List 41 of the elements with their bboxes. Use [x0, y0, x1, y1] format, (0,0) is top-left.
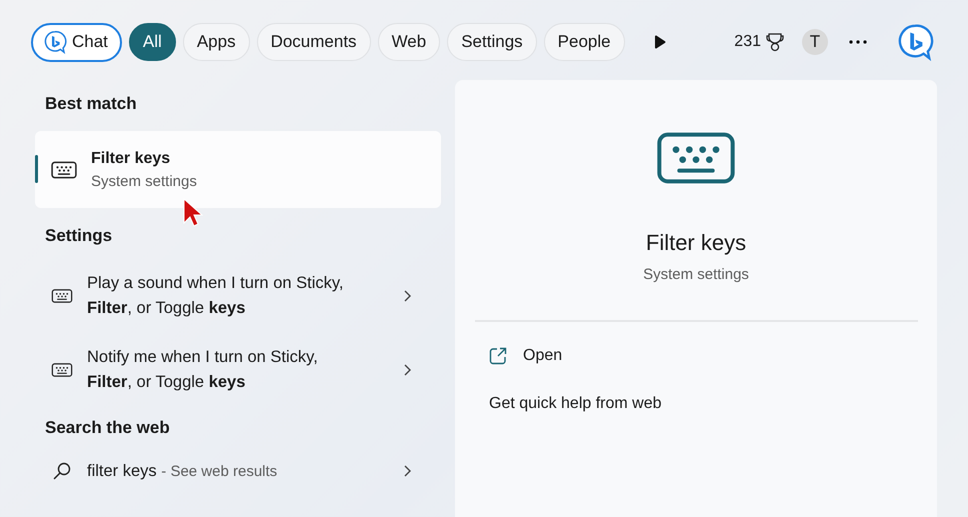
chevron-right-icon	[404, 364, 411, 376]
keyboard-icon	[51, 289, 73, 303]
keyboard-icon	[51, 160, 77, 178]
result-item[interactable]: Filter keys System settings	[35, 131, 441, 208]
search-icon	[53, 462, 71, 480]
open-action[interactable]: Open	[455, 347, 937, 365]
account-avatar[interactable]: T	[802, 29, 828, 55]
keyboard-icon	[51, 363, 73, 377]
filter-tab[interactable]: Documents	[256, 23, 371, 61]
chevron-right-icon	[404, 465, 411, 477]
result-title: Filter keys	[91, 150, 172, 168]
web-search-result[interactable]: filter keys - See web results	[35, 446, 441, 496]
section-heading: Best match	[45, 94, 137, 114]
keyboard-icon	[656, 130, 736, 186]
trophy-icon[interactable]	[765, 32, 785, 52]
points-count: 231	[734, 33, 761, 51]
bing-logo-icon[interactable]	[896, 23, 934, 61]
section-heading: Search the web	[45, 418, 170, 438]
play-icon[interactable]	[654, 35, 666, 49]
result-text: Notify me when I turn on Sticky, Filter, or Toggle keys	[87, 347, 319, 393]
filter-tab[interactable]: People	[544, 23, 625, 61]
settings-result[interactable]: Notify me when I turn on Sticky, Filter, or Toggle keys	[35, 334, 441, 406]
chevron-right-icon	[404, 290, 411, 302]
bing-logo-icon[interactable]	[43, 30, 67, 54]
result-text: Play a sound when I turn on Sticky, Filter, or Toggle keys	[87, 273, 344, 319]
filter-tab[interactable]: Web	[378, 23, 440, 61]
section-heading: Settings	[45, 226, 112, 246]
detail-title: Filter keys	[646, 230, 746, 256]
mouse-cursor-icon	[183, 198, 204, 228]
result-subtitle: System settings	[91, 172, 197, 190]
filter-tab[interactable]: Apps	[182, 23, 250, 61]
open-external-icon	[489, 347, 507, 365]
help-link[interactable]: Get quick help from web	[455, 395, 937, 413]
search-query: filter keys	[87, 462, 157, 480]
more-icon[interactable]	[849, 40, 867, 44]
detail-subtitle: System settings	[643, 266, 749, 283]
settings-result[interactable]: Play a sound when I turn on Sticky, Filter, or Toggle keys	[35, 260, 441, 332]
filter-tab[interactable]: All	[128, 23, 176, 61]
filter-tab[interactable]: Settings	[447, 23, 537, 61]
web-results-hint: - See web results	[161, 462, 278, 480]
chat-button[interactable]: Chat	[31, 22, 122, 62]
